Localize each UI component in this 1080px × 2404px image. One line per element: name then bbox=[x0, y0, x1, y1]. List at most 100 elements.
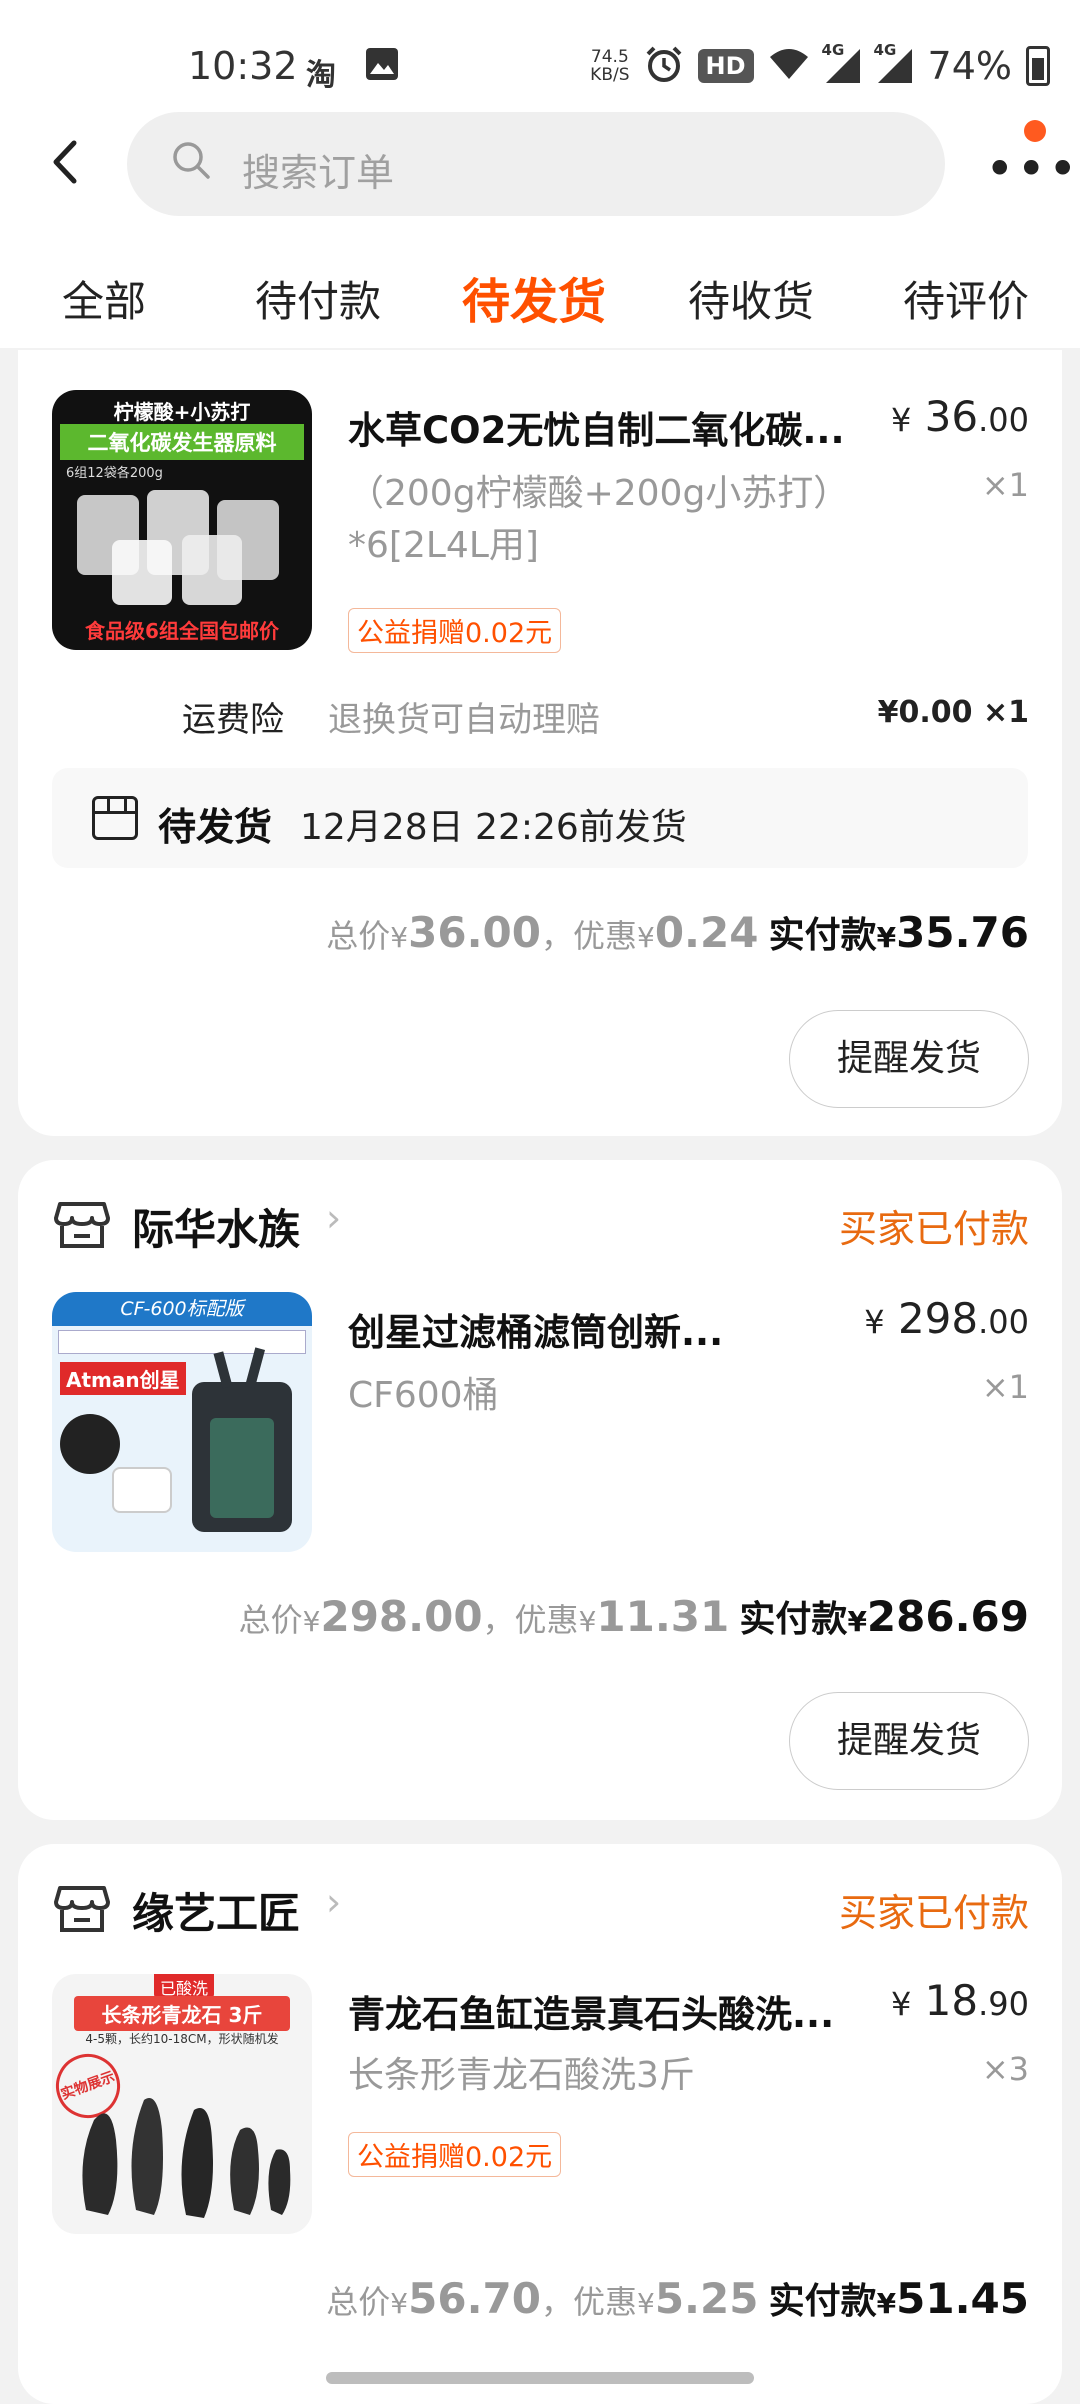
discount-value: 5.25 bbox=[654, 2274, 759, 2323]
order-tabs: 全部 待付款 待发货 待收货 待评价 bbox=[0, 230, 1080, 348]
thumb-brand: Atman创星 bbox=[60, 1362, 186, 1395]
search-input[interactable]: 搜索订单 bbox=[127, 112, 945, 216]
discount-label: ，优惠 bbox=[540, 2283, 637, 2321]
order-status: 买家已付款 bbox=[838, 1891, 1029, 1935]
price-integer: 18 bbox=[924, 1976, 979, 2025]
product-quantity: ×3 bbox=[981, 2050, 1029, 2088]
product-thumbnail[interactable]: 柠檬酸+小苏打 二氧化碳发生器原料 6组12袋各200g 食品级6组全国包邮价 bbox=[52, 390, 312, 650]
product-price: ¥ 298.00 bbox=[864, 1294, 1029, 1343]
status-right: 74.5 KB/S HD 4G 4G 74% bbox=[590, 41, 1050, 88]
paid-label: 实付款 bbox=[739, 1599, 848, 1640]
product-quantity: ×1 bbox=[981, 1368, 1029, 1406]
order-card: 缘艺工匠 › 买家已付款 已酸洗 长条形青龙石 3斤 4-5颗，长约10-18C… bbox=[18, 1844, 1062, 2404]
order-totals: 总价¥36.00，优惠¥0.24 实付款¥35.76 bbox=[326, 908, 1029, 957]
product-sku: CF600桶 bbox=[348, 1375, 499, 1416]
speed-value: 74.5 bbox=[590, 47, 629, 67]
tab-pending-receipt[interactable]: 待收货 bbox=[688, 268, 814, 329]
search-header: 搜索订单 ••• bbox=[0, 100, 1080, 230]
product-title[interactable]: 水草CO2无忧自制二氧化碳... bbox=[348, 400, 868, 454]
signal-icon-2: 4G bbox=[874, 41, 914, 85]
paid-value: 51.45 bbox=[896, 2274, 1029, 2323]
charity-badge: 公益捐赠0.02元 bbox=[348, 608, 562, 653]
tab-pending-review[interactable]: 待评价 bbox=[903, 268, 1029, 329]
price-integer: 36 bbox=[924, 392, 979, 441]
network-type-2: 4G bbox=[873, 41, 897, 59]
thumb-bags-image bbox=[72, 485, 292, 610]
discount-value: 11.31 bbox=[596, 1592, 730, 1641]
shipping-insurance-label: 运费险 bbox=[182, 700, 284, 740]
speed-unit: KB/S bbox=[590, 65, 630, 85]
thumb-top-text: 柠檬酸+小苏打 bbox=[113, 400, 251, 424]
thumb-stones-image bbox=[66, 2070, 302, 2220]
shipping-status: 待发货 bbox=[158, 805, 273, 849]
price-integer: 298 bbox=[897, 1294, 979, 1343]
total-label: 总价 bbox=[238, 1601, 303, 1639]
order-totals: 总价¥56.70，优惠¥5.25 实付款¥51.45 bbox=[326, 2274, 1029, 2323]
taobao-icon: 淘 bbox=[306, 58, 336, 93]
search-icon bbox=[171, 140, 211, 190]
network-speed: 74.5 KB/S bbox=[590, 48, 629, 84]
total-label: 总价 bbox=[326, 2283, 391, 2321]
back-arrow-icon[interactable] bbox=[50, 138, 80, 198]
shipping-deadline: 12月28日 22:26前发货 bbox=[300, 807, 687, 848]
product-price: ¥ 36.00 bbox=[891, 392, 1029, 441]
tab-all[interactable]: 全部 bbox=[62, 268, 146, 329]
price-currency: ¥ bbox=[890, 401, 912, 439]
shop-name[interactable]: 缘艺工匠 bbox=[132, 1880, 300, 1941]
total-value: 56.70 bbox=[408, 2274, 541, 2323]
tab-pending-payment[interactable]: 待付款 bbox=[255, 268, 381, 329]
total-value: 298.00 bbox=[320, 1592, 483, 1641]
price-currency: ¥ bbox=[864, 1303, 885, 1341]
thumb-canister-image bbox=[192, 1347, 292, 1532]
tab-pending-shipment[interactable]: 待发货 bbox=[462, 262, 606, 332]
shipping-insurance-price: ¥0.00 ×1 bbox=[877, 695, 1029, 730]
product-quantity: ×1 bbox=[981, 466, 1029, 504]
product-thumbnail[interactable]: 已酸洗 长条形青龙石 3斤 4-5颗，长约10-18CM，形状随机发 实物展示 bbox=[52, 1974, 312, 2234]
product-sku: 长条形青龙石酸洗3斤 bbox=[348, 2055, 695, 2096]
total-value: 36.00 bbox=[408, 908, 541, 957]
shipping-status-box: 待发货 12月28日 22:26前发货 bbox=[52, 768, 1028, 868]
product-sku: （200g柠檬酸+200g小苏打）*6[2L4L用] bbox=[348, 473, 832, 566]
battery-percent: 74% bbox=[927, 44, 1012, 88]
paid-label: 实付款 bbox=[768, 915, 877, 956]
thumb-filter-cup bbox=[112, 1467, 172, 1513]
price-currency: ¥ bbox=[890, 1985, 912, 2023]
shipping-insurance-desc: 退换货可自动理赔 bbox=[328, 700, 600, 740]
remind-shipment-button[interactable]: 提醒发货 bbox=[789, 1692, 1029, 1790]
battery-icon bbox=[1026, 46, 1050, 86]
thumb-top-text: CF-600标配版 bbox=[52, 1292, 312, 1326]
discount-label: ，优惠 bbox=[540, 917, 637, 955]
chevron-right-icon[interactable]: › bbox=[326, 1196, 341, 1240]
network-type-1: 4G bbox=[821, 41, 845, 59]
status-time: 10:32 bbox=[188, 44, 298, 88]
product-thumbnail[interactable]: CF-600标配版 Atman创星 bbox=[52, 1292, 312, 1552]
home-indicator[interactable] bbox=[326, 2372, 754, 2384]
product-title[interactable]: 创星过滤桶滤筒创新... bbox=[348, 1302, 868, 1356]
order-card: 柠檬酸+小苏打 二氧化碳发生器原料 6组12袋各200g 食品级6组全国包邮价 … bbox=[18, 350, 1062, 1136]
product-title[interactable]: 青龙石鱼缸造景真石头酸洗... bbox=[348, 1984, 868, 2038]
image-icon bbox=[364, 46, 400, 91]
thumb-sub: 4-5颗，长约10-18CM，形状随机发 bbox=[85, 2032, 279, 2046]
total-label: 总价 bbox=[326, 917, 391, 955]
price-decimal: .90 bbox=[978, 1985, 1029, 2023]
remind-shipment-button[interactable]: 提醒发货 bbox=[789, 1010, 1029, 1108]
chevron-right-icon[interactable]: › bbox=[326, 1880, 341, 1924]
alarm-icon bbox=[644, 44, 684, 88]
more-options-icon[interactable]: ••• bbox=[985, 140, 1079, 198]
charity-badge: 公益捐赠0.02元 bbox=[348, 2132, 562, 2177]
paid-value: 286.69 bbox=[866, 1592, 1029, 1641]
shop-icon bbox=[54, 1884, 110, 1934]
order-status: 买家已付款 bbox=[838, 1207, 1029, 1251]
paid-label: 实付款 bbox=[768, 2281, 877, 2322]
shop-name[interactable]: 际华水族 bbox=[132, 1196, 300, 1257]
thumb-spec-table bbox=[58, 1330, 306, 1354]
signal-icon-1: 4G bbox=[822, 41, 862, 85]
thumb-small-text: 6组12袋各200g bbox=[66, 466, 163, 481]
thumb-band-text: 二氧化碳发生器原料 bbox=[60, 424, 304, 460]
price-decimal: .00 bbox=[978, 401, 1029, 439]
price-decimal: .00 bbox=[978, 1303, 1029, 1341]
hd-voice-badge: HD bbox=[697, 49, 754, 83]
product-price: ¥ 18.90 bbox=[891, 1976, 1029, 2025]
notification-dot bbox=[1024, 120, 1046, 142]
discount-label: ，优惠 bbox=[482, 1601, 579, 1639]
